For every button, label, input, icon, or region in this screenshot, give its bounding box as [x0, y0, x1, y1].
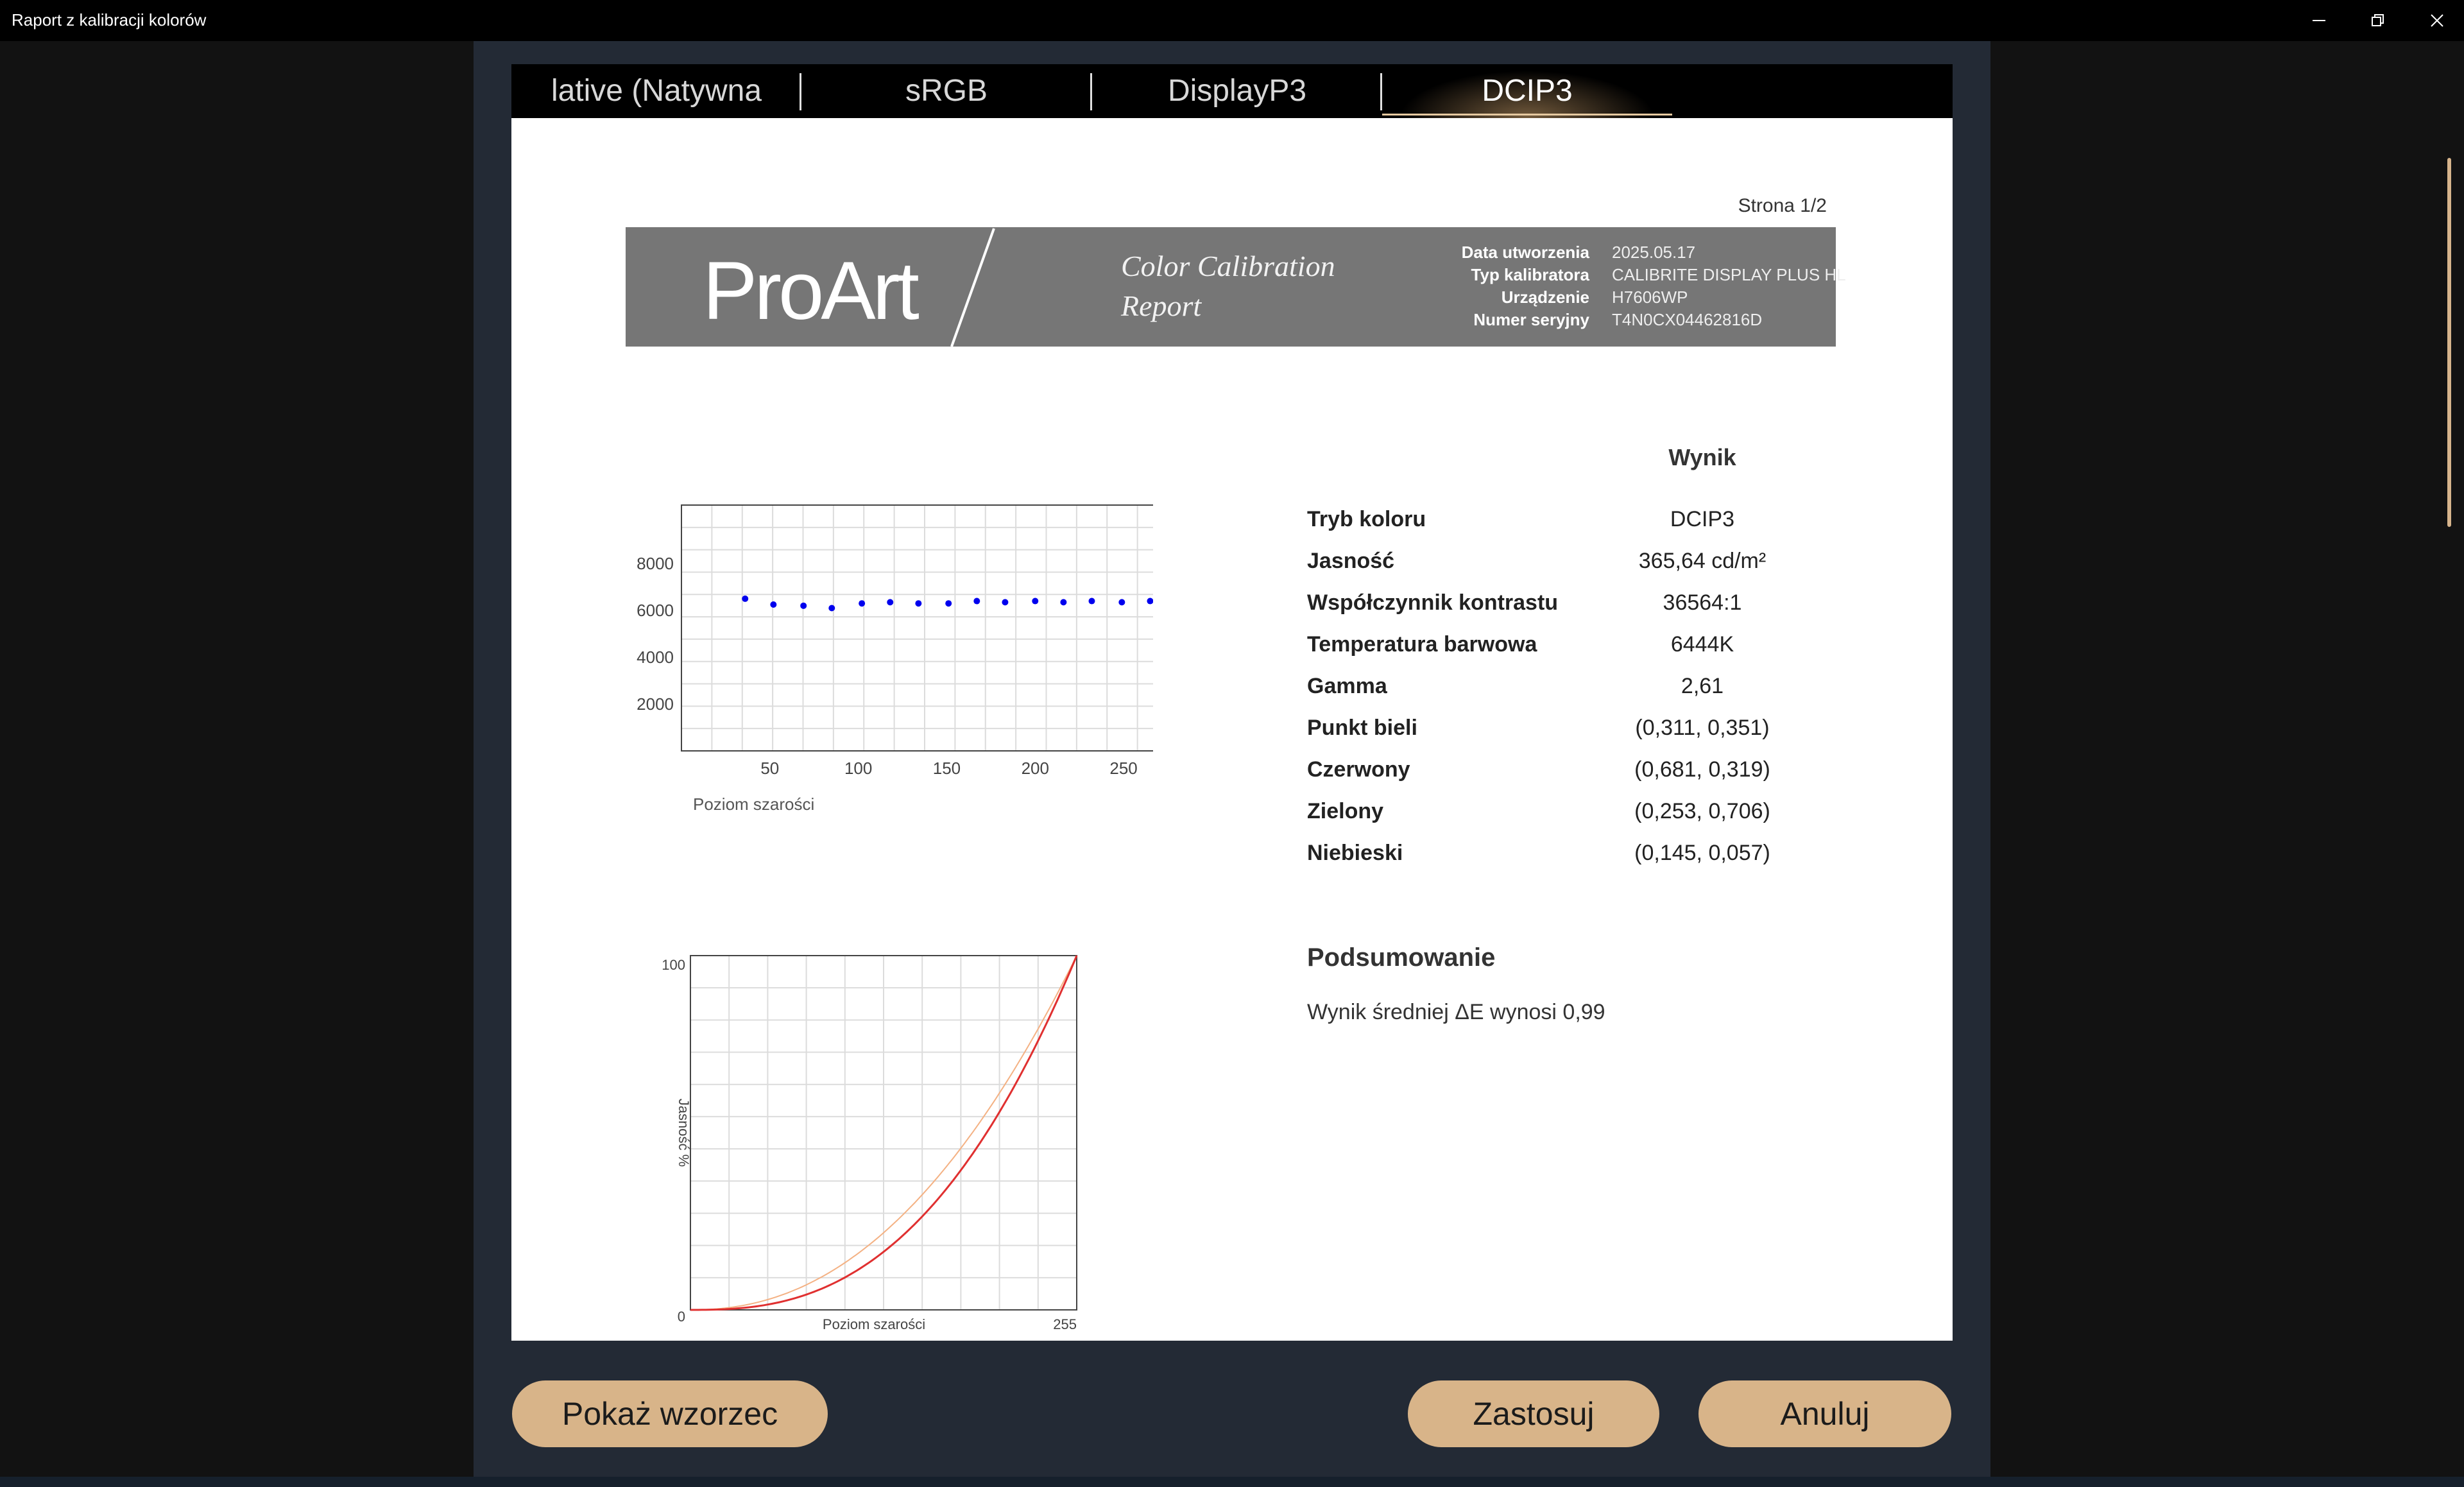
meta-value: CALIBRITE DISPLAY PLUS HL [1612, 265, 1846, 284]
meta-value: T4N0CX04462816D [1612, 310, 1763, 329]
result-label: Niebieski [1307, 841, 1403, 865]
report-title: Color Calibration Report [1121, 246, 1335, 326]
taskbar-edge [0, 1477, 2464, 1487]
meta-label: Urządzenie [1501, 288, 1589, 307]
result-value: 2,61 [1681, 674, 1724, 698]
page-number: Strona 1/2 [1738, 195, 1827, 216]
cancel-button[interactable]: Anuluj [1698, 1380, 1951, 1447]
y-tick-label: 100 [662, 957, 685, 973]
x-tick-label: 255 [1053, 1316, 1077, 1332]
result-label: Współczynnik kontrastu [1307, 590, 1559, 615]
result-value: (0,681, 0,319) [1634, 757, 1770, 782]
result-value: (0,145, 0,057) [1634, 841, 1770, 865]
result-value: 365,64 cd/m² [1638, 549, 1767, 573]
x-axis-label: Poziom szarości [823, 1316, 925, 1332]
result-value: (0,253, 0,706) [1634, 799, 1770, 823]
report-title-line2: Report [1121, 289, 1202, 322]
result-label: Punkt bieli [1307, 716, 1417, 740]
y-axis-label: Jasność % [676, 1099, 692, 1167]
result-label: Jasność [1307, 549, 1395, 573]
tab-displayp3[interactable]: DisplayP3 [1092, 64, 1382, 118]
tab-srgb[interactable]: sRGB [801, 64, 1091, 118]
button-label: Pokaż wzorzec [561, 1396, 778, 1432]
summary-text: Wynik średniej ΔE wynosi 0,99 [1307, 1000, 1605, 1024]
gamma-curve-chart: 0 100 255 Poziom szarości Jasność % [662, 955, 1078, 1332]
report-title-line1: Color Calibration [1121, 250, 1335, 282]
result-label: Czerwony [1307, 757, 1410, 782]
tab-native[interactable]: lative (Natywna [511, 64, 801, 118]
result-label: Tryb koloru [1307, 507, 1426, 531]
show-pattern-button[interactable]: Pokaż wzorzec [512, 1380, 828, 1447]
minimize-icon[interactable] [2293, 5, 2345, 36]
color-mode-tabs: lative (Natywna sRGB DisplayP3 DCIP3 [511, 64, 1953, 118]
result-value: 6444K [1670, 632, 1734, 657]
result-label: Gamma [1307, 674, 1387, 698]
meta-label: Typ kalibratora [1471, 265, 1589, 284]
meta-label: Data utworzenia [1461, 243, 1589, 262]
tab-label: lative (Natywna [551, 74, 762, 108]
meta-value: 2025.05.17 [1612, 243, 1696, 262]
results-header: Wynik [1668, 444, 1736, 470]
tab-label: DCIP3 [1482, 74, 1573, 108]
result-value: (0,311, 0,351) [1635, 716, 1770, 740]
calibration-report-dialog: lative (Natywna sRGB DisplayP3 DCIP3 Str… [474, 41, 2451, 1487]
restore-icon[interactable] [2352, 5, 2404, 36]
result-label: Temperatura barwowa [1307, 632, 1537, 657]
button-label: Anuluj [1780, 1396, 1870, 1432]
summary-title: Podsumowanie [1307, 943, 1496, 972]
scrollbar-thumb[interactable] [2447, 158, 2451, 527]
apply-button[interactable]: Zastosuj [1408, 1380, 1659, 1447]
title-bar: Raport z kalibracji kolorów [0, 0, 2464, 41]
close-icon[interactable] [2411, 5, 2463, 36]
tab-dcip3[interactable]: DCIP3 [1382, 64, 1672, 118]
button-label: Zastosuj [1473, 1396, 1595, 1432]
meta-value: H7606WP [1612, 288, 1688, 307]
tab-label: sRGB [905, 74, 988, 108]
result-label: Zielony [1307, 799, 1384, 823]
result-value: 36564:1 [1663, 590, 1742, 615]
meta-label: Numer seryjny [1473, 310, 1589, 329]
result-value: DCIP3 [1670, 507, 1735, 531]
window-title: Raport z kalibracji kolorów [12, 10, 207, 30]
tab-label: DisplayP3 [1167, 74, 1307, 108]
report-page: Strona 1/2 ProArt Color Calibration Repo… [511, 118, 1953, 1341]
y-tick-label: 0 [678, 1309, 685, 1325]
